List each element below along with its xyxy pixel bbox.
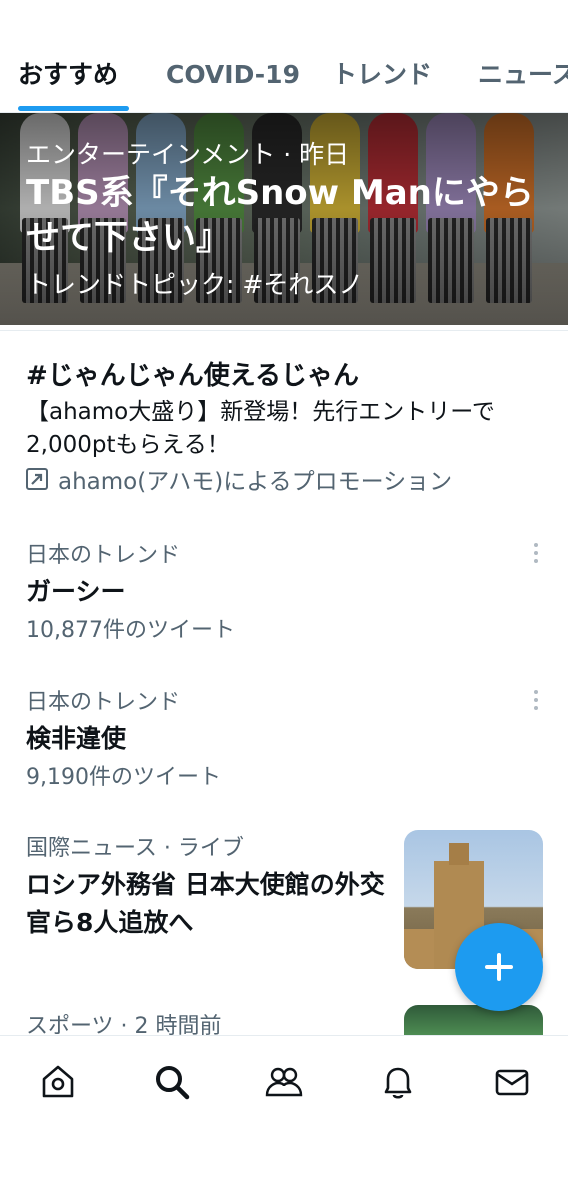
promoted-description: 【ahamo大盛り】新登場！先行エントリーで2,000ptもらえる！	[26, 399, 495, 458]
more-options-icon[interactable]	[530, 690, 542, 714]
tab-news[interactable]: ニュース	[478, 58, 568, 92]
compose-button[interactable]	[455, 923, 543, 1011]
trend-tweet-count: 10,877件のツイート	[26, 618, 235, 643]
tab-covid19[interactable]: COVID-19	[166, 58, 300, 92]
news-category: 国際ニュース · ライブ	[26, 836, 244, 861]
explore-tabs: おすすめ COVID-19 トレンド ニュース	[0, 0, 568, 113]
search-icon[interactable]	[152, 1062, 192, 1102]
promoted-arrow-icon	[26, 468, 48, 490]
sports-thumbnail[interactable]	[404, 1005, 543, 1035]
news-headline[interactable]: ロシア外務省 日本大使館の外交官ら8人追放へ	[26, 866, 386, 942]
plus-icon-vertical	[497, 953, 501, 981]
home-icon[interactable]	[38, 1062, 78, 1102]
promoted-by-label: ahamo(アハモ)によるプロモーション	[58, 469, 453, 495]
promoted-by: ahamo(アハモ)によるプロモーション	[26, 462, 452, 496]
trend-tweet-count: 9,190件のツイート	[26, 765, 221, 790]
tab-recommended[interactable]: おすすめ	[18, 58, 118, 92]
hero-trend-card[interactable]: エンターテインメント · 昨日 TBS系『それSnow Manにやらせて下さい』…	[0, 113, 568, 325]
thumbnail-spire	[449, 843, 469, 865]
messages-icon[interactable]	[492, 1062, 532, 1102]
trend-name[interactable]: 検非違使	[26, 719, 126, 755]
trend-category: 日本のトレンド	[26, 543, 181, 568]
bottom-navigation	[0, 1035, 568, 1200]
trend-name[interactable]: ガーシー	[26, 572, 126, 608]
promoted-hashtag[interactable]: #じゃんじゃん使えるじゃん	[26, 355, 359, 392]
tab-trends[interactable]: トレンド	[332, 58, 432, 92]
notifications-icon[interactable]	[378, 1062, 418, 1102]
communities-icon[interactable]	[264, 1062, 304, 1102]
section-divider	[0, 330, 568, 331]
trend-category: 日本のトレンド	[26, 690, 181, 715]
hero-title: TBS系『それSnow Manにやらせて下さい』	[26, 173, 534, 258]
hero-topic: トレンドトピック: #それスノ	[26, 270, 364, 299]
hero-category: エンターテインメント · 昨日	[26, 140, 350, 169]
more-options-icon[interactable]	[530, 543, 542, 567]
active-tab-indicator	[18, 106, 129, 111]
